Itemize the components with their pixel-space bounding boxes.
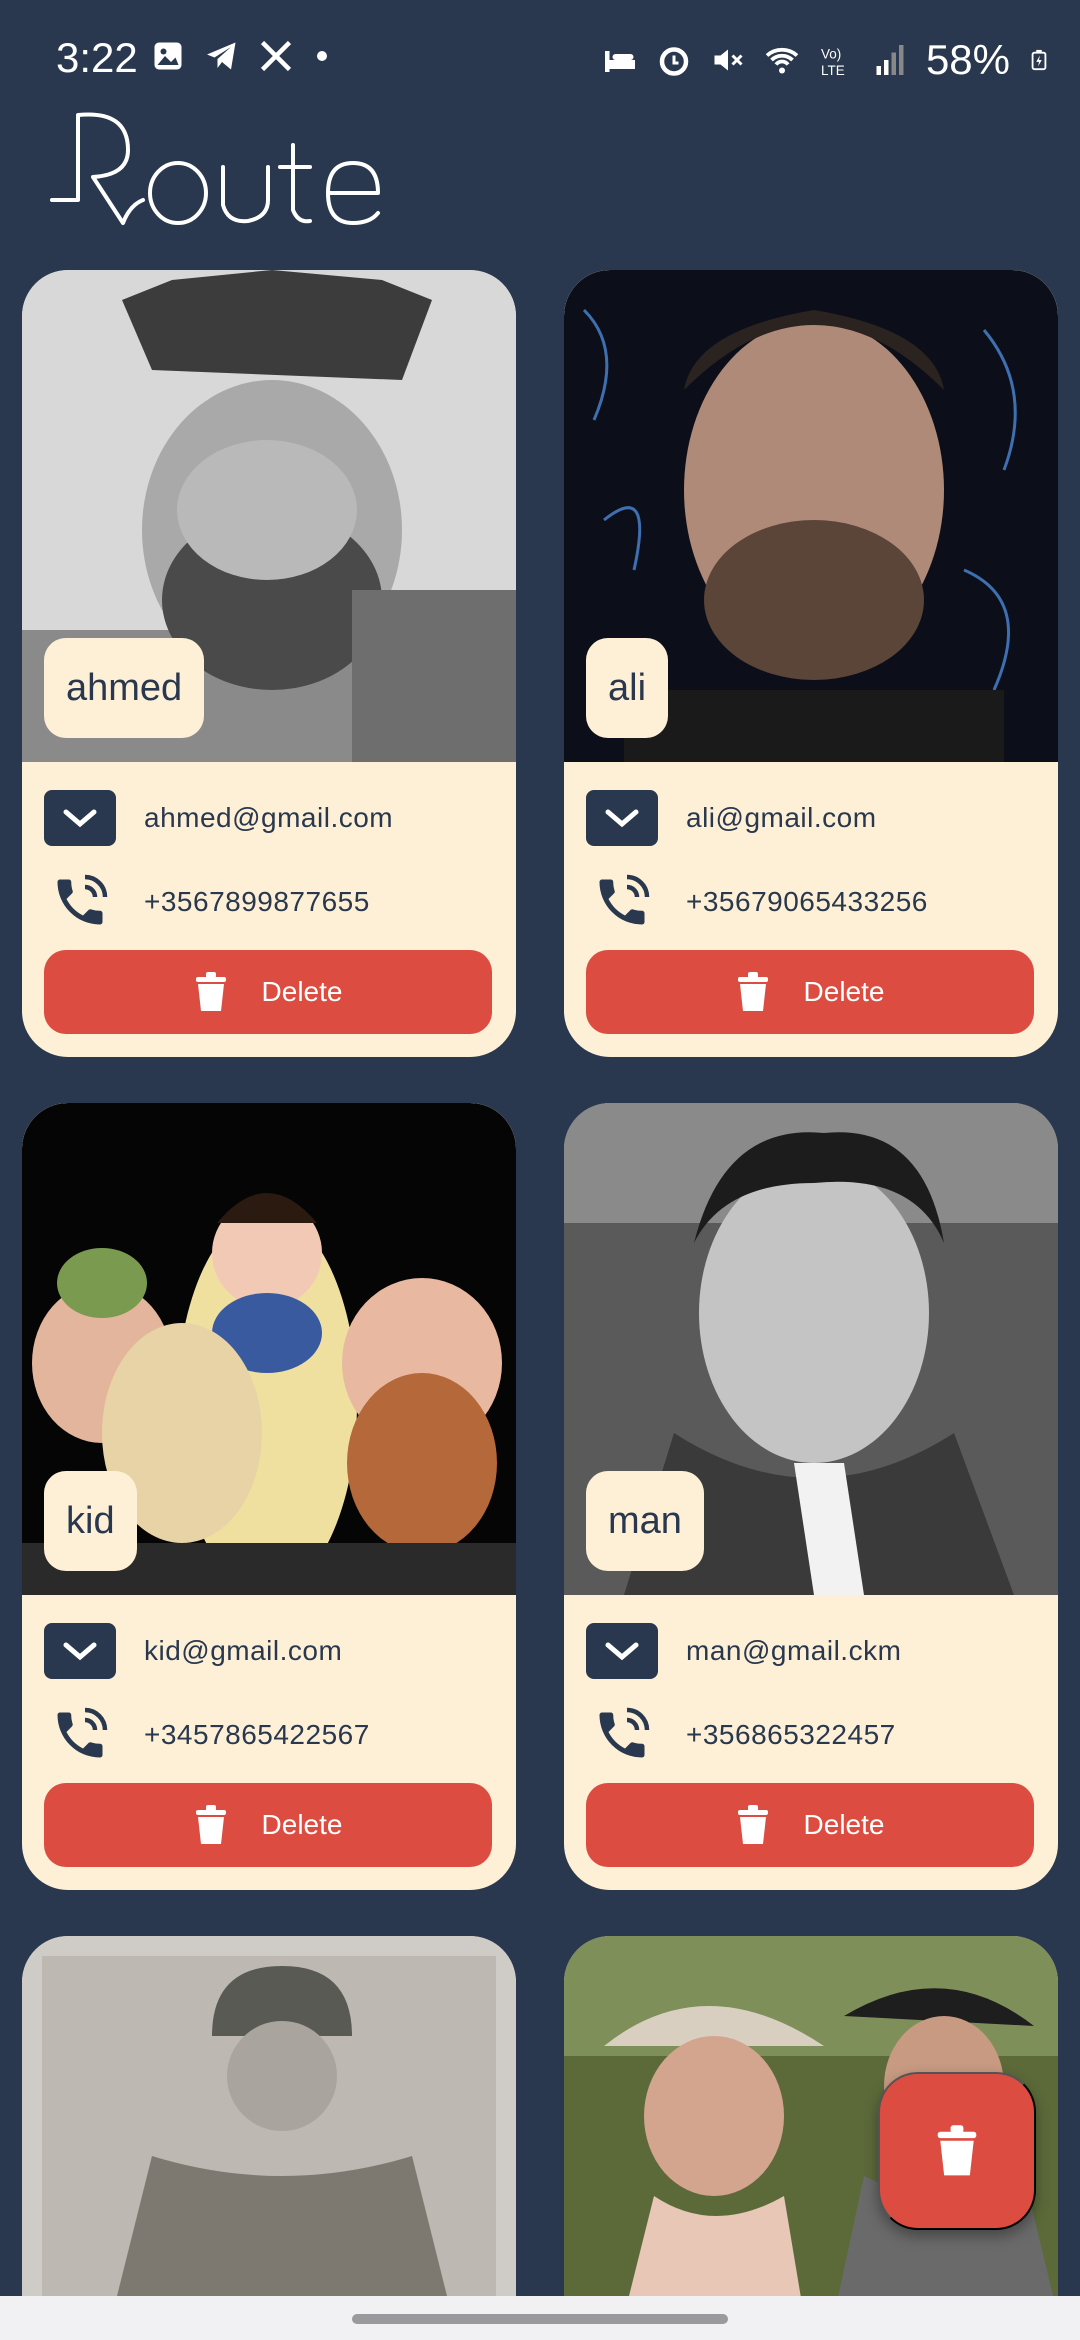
delete-label: Delete [261,1809,343,1840]
mail-icon [44,790,116,846]
contact-name: kid [44,1471,137,1571]
x-icon [260,40,292,72]
contact-card [22,1936,516,2316]
bed-icon [604,51,635,72]
wifi-icon [765,47,799,74]
battery-percent: 58% [925,36,1010,83]
volte-icon: Vo)LTE [821,47,845,79]
phone-icon [44,870,116,934]
contact-email[interactable]: ahmed@gmail.com [144,802,393,834]
delete-all-fab[interactable] [878,2072,1036,2230]
contact-photo: man [564,1103,1058,1595]
status-time: 3:22 [56,34,138,81]
delete-label: Delete [803,1809,885,1840]
alarm-icon [659,47,689,76]
dot-icon [317,51,327,61]
delete-button[interactable]: Delete [586,950,1034,1034]
telegram-icon [207,42,236,70]
contact-phone[interactable]: +356865322457 [686,1719,896,1751]
contact-card: ahmed ahmed@gmail.com +3567899877655 Del… [22,270,516,1057]
contact-name: ali [586,638,669,738]
phone-icon [586,870,658,934]
trash-icon [195,972,226,1011]
trash-icon [737,972,768,1011]
delete-label: Delete [803,976,885,1007]
contact-name: man [586,1471,704,1571]
contact-phone[interactable]: +3567899877655 [144,886,370,918]
contact-phone[interactable]: +35679065433256 [686,886,928,918]
mail-icon [586,790,658,846]
status-bar: 3:22 Vo) LTE 58% [0,0,1080,110]
delete-button[interactable]: Delete [586,1783,1034,1867]
svg-text:Vo): Vo) [821,47,841,62]
trash-icon [937,2125,977,2176]
contact-photo: ahmed [22,270,516,762]
gallery-icon [154,42,182,70]
phone-icon [586,1703,658,1767]
signal-icon [876,45,904,75]
battery-icon [1031,49,1047,71]
delete-button[interactable]: Delete [44,1783,492,1867]
contact-email[interactable]: kid@gmail.com [144,1635,342,1667]
trash-icon [737,1805,768,1844]
mute-icon [714,49,743,71]
contact-email[interactable]: man@gmail.ckm [686,1635,901,1667]
contact-photo: kid [22,1103,516,1595]
contact-phone[interactable]: +3457865422567 [144,1719,370,1751]
contact-photo [22,1936,516,2316]
mail-icon [586,1623,658,1679]
trash-icon [195,1805,226,1844]
contacts-grid: ahmed ahmed@gmail.com +3567899877655 Del… [22,270,1058,2316]
contact-name: ahmed [44,638,205,738]
contact-photo: ali [564,270,1058,762]
delete-button[interactable]: Delete [44,950,492,1034]
home-gesture-handle[interactable] [352,2314,728,2324]
contact-email[interactable]: ali@gmail.com [686,802,877,834]
delete-label: Delete [261,976,343,1007]
mail-icon [44,1623,116,1679]
contact-card: man man@gmail.ckm +356865322457 Delete [564,1103,1058,1890]
phone-icon [44,1703,116,1767]
svg-text:LTE: LTE [821,63,845,78]
route-logo [50,112,380,225]
contact-card: kid kid@gmail.com +3457865422567 Delete [22,1103,516,1890]
contact-card: ali ali@gmail.com +35679065433256 Delete [564,270,1058,1057]
